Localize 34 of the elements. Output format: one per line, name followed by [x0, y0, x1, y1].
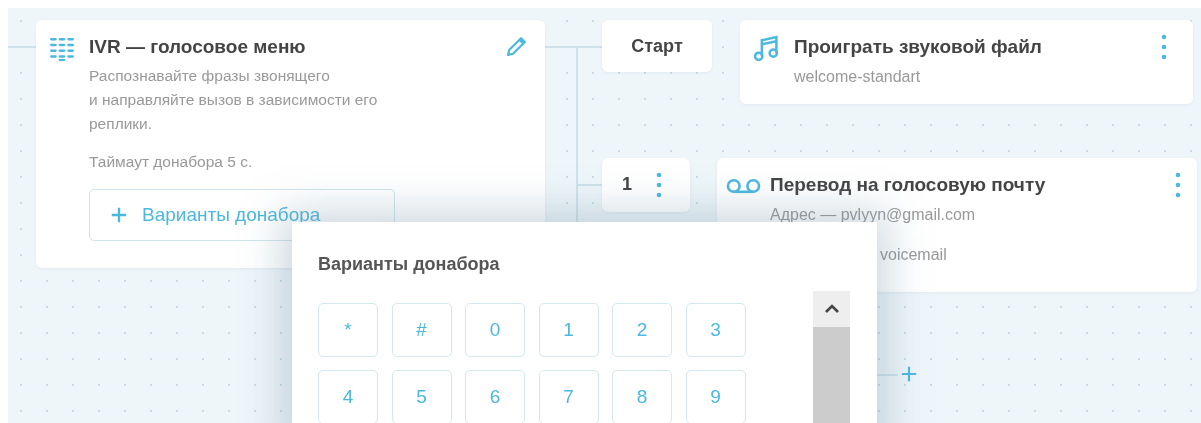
dial-key-button[interactable]: * [318, 303, 378, 357]
more-icon[interactable] [656, 172, 662, 198]
plus-icon [110, 206, 128, 224]
card-description: Распознавайте фразы звонящего и направляйте вызов в зависимости его реплики. [89, 66, 379, 134]
keypad-icon [50, 38, 75, 61]
dial-key-button[interactable]: 8 [612, 370, 672, 423]
start-node[interactable]: Старт [602, 20, 712, 72]
more-icon[interactable] [1161, 34, 1167, 60]
card-title: Проиграть звуковой файл [794, 36, 1042, 58]
dial-key-button[interactable]: 4 [318, 370, 378, 423]
email-address: Адрес — pvlyyn@gmail.com [770, 206, 976, 224]
file-name: welcome-standart [794, 68, 921, 86]
dial-key-button[interactable]: 9 [685, 370, 746, 423]
add-icon[interactable] [900, 365, 918, 383]
dial-key-button[interactable]: # [391, 303, 452, 357]
dial-key-button[interactable]: 5 [391, 370, 452, 423]
caret-up-icon [823, 304, 840, 314]
more-icon[interactable] [1175, 172, 1181, 198]
card-title: Перевод на голосовую почту [770, 174, 1046, 196]
dial-key-button[interactable]: 3 [685, 303, 746, 357]
music-note-icon [753, 35, 779, 62]
popup-title: Варианты донабора [318, 254, 500, 275]
scroll-up-button[interactable] [813, 291, 850, 327]
branch-label: 1 [622, 174, 632, 195]
dial-key-button[interactable]: 1 [538, 303, 599, 357]
edit-icon[interactable] [505, 34, 529, 58]
dial-key-button[interactable]: 7 [538, 370, 599, 423]
voicemail-icon [726, 178, 761, 194]
dial-key-button[interactable]: 6 [465, 370, 525, 423]
dial-key-button[interactable]: 2 [612, 303, 672, 357]
timeout-text: Таймаут донабора 5 с. [89, 153, 253, 171]
card-title: IVR — голосовое меню [89, 36, 306, 58]
dial-key-button[interactable]: 0 [465, 303, 525, 357]
voicemail-text: voicemail [880, 246, 947, 264]
